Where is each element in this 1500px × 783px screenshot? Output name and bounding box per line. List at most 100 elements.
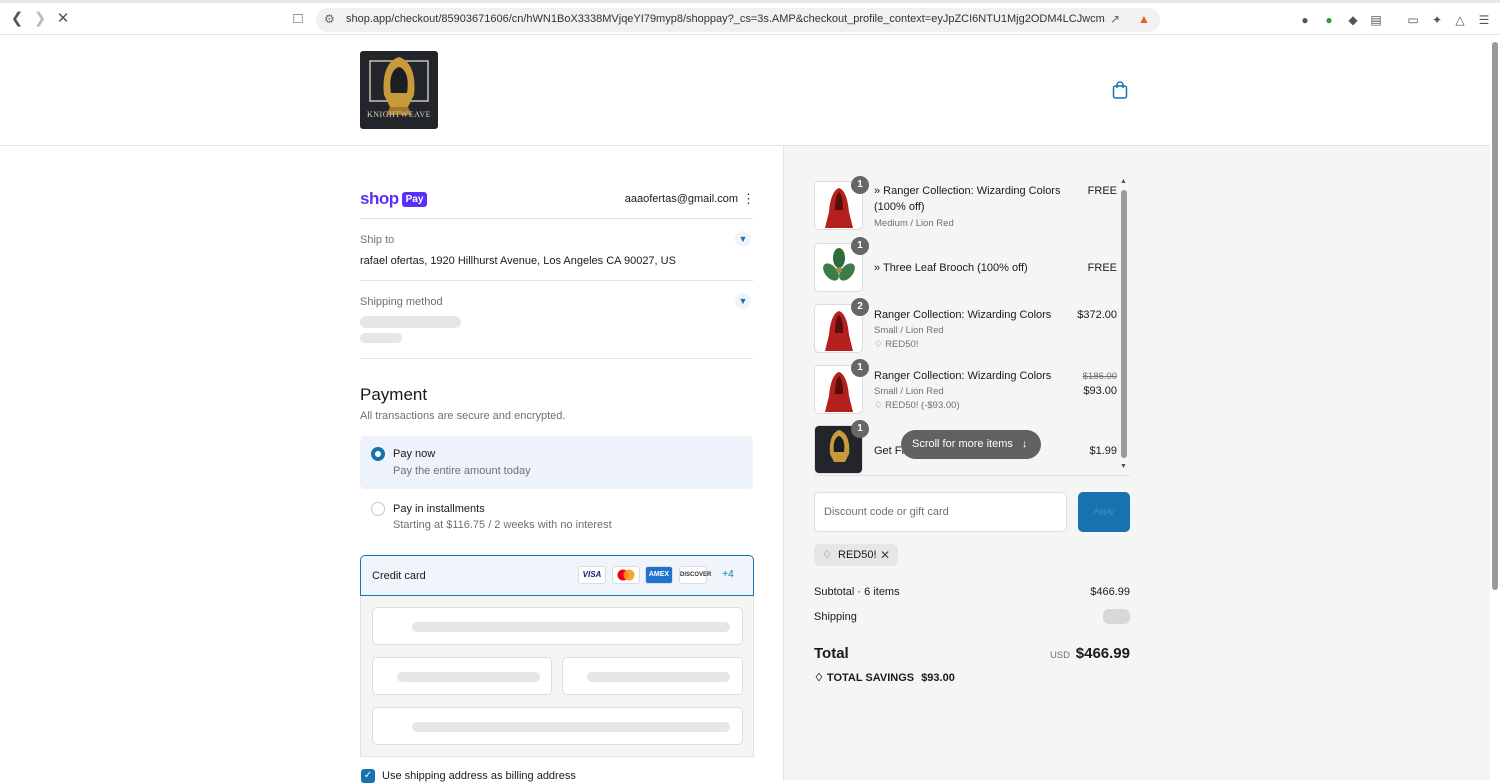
item-price: FREE: [1087, 262, 1117, 274]
divider: [360, 280, 753, 281]
card-number-field[interactable]: [372, 607, 743, 645]
pay-now-radio[interactable]: [371, 447, 385, 461]
item-quantity-badge: 1: [851, 359, 869, 377]
shipping-method-chevron-down-icon[interactable]: ▼: [735, 293, 751, 309]
back-icon[interactable]: ❮: [8, 10, 26, 28]
visa-icon: VISA: [578, 566, 606, 584]
leo-ai-icon[interactable]: ✦: [1430, 13, 1444, 27]
loading-skeleton: [397, 672, 540, 682]
item-name: » Three Leaf Brooch (100% off): [874, 262, 1028, 274]
store-logo[interactable]: KNIGHTWEAVE: [360, 51, 438, 129]
pay-now-title: Pay now: [393, 448, 436, 460]
credit-card-form: [360, 596, 754, 757]
item-discount-code: RED50!: [885, 339, 919, 350]
amex-icon: AMEX: [645, 566, 673, 584]
billing-same-checkbox[interactable]: ✓: [361, 769, 375, 783]
remove-discount-icon[interactable]: ✕: [880, 544, 890, 566]
pay-installments-subtitle: Starting at $116.75 / 2 weeks with no in…: [393, 519, 612, 531]
shop-pay-word: shop: [360, 189, 399, 208]
tag-icon: ♢: [874, 400, 886, 411]
browser-toolbar: ❮ ❯ ✕ □ ⚙ shop.app/checkout/85903671606/…: [0, 0, 1500, 35]
item-variant: Small / Lion Red: [874, 325, 944, 336]
tag-icon: ♢: [874, 339, 886, 350]
billing-same-label: Use shipping address as billing address: [382, 770, 576, 782]
name-on-card-field[interactable]: [372, 707, 743, 745]
forward-icon[interactable]: ❯: [31, 10, 49, 28]
expiry-field[interactable]: [372, 657, 552, 695]
applied-discount-code: RED50!: [838, 549, 877, 561]
item-discount: ♢ RED50! (-$93.00): [874, 400, 960, 411]
pay-now-option[interactable]: Pay now Pay the entire amount today: [360, 436, 753, 489]
shipping-loading-skeleton: [1103, 609, 1130, 624]
pay-installments-title: Pay in installments: [393, 503, 485, 515]
loading-skeleton: [412, 622, 730, 632]
vpn-shield-icon[interactable]: △: [1453, 13, 1467, 27]
shop-pay-logo: shop Pay: [360, 189, 428, 208]
discount-code-input[interactable]: Discount code or gift card: [814, 492, 1067, 532]
ship-to-chevron-down-icon[interactable]: ▼: [735, 231, 751, 247]
item-original-price: $186.00: [1082, 371, 1117, 382]
arrow-down-icon: ↓: [1021, 438, 1028, 450]
extension-icon[interactable]: ●: [1298, 13, 1312, 27]
security-code-field[interactable]: [562, 657, 743, 695]
scroll-down-icon[interactable]: ▼: [1120, 463, 1127, 470]
shop-pay-badge: Pay: [401, 191, 428, 207]
apply-discount-button[interactable]: Apply: [1078, 492, 1130, 532]
cart-bag-icon[interactable]: [1112, 81, 1128, 99]
item-discount-code: RED50! (-$93.00): [885, 400, 960, 411]
mastercard-icon: [612, 566, 640, 584]
divider: [814, 475, 1130, 476]
item-quantity-badge: 2: [851, 298, 869, 316]
item-name: Ranger Collection: Wizarding Colors: [874, 370, 1052, 382]
share-icon[interactable]: ↗: [1110, 12, 1120, 26]
item-name: Ranger Collection: Wizarding Colors: [874, 309, 1052, 321]
scroll-for-more-button[interactable]: Scroll for more items ↓: [901, 430, 1041, 459]
shipping-method-label: Shipping method: [360, 296, 443, 308]
subtotal-value: $466.99: [1090, 586, 1130, 598]
payment-subtitle: All transactions are secure and encrypte…: [360, 410, 566, 422]
stop-loading-icon[interactable]: ✕: [54, 10, 72, 28]
total-savings-label: TOTAL SAVINGS: [826, 672, 915, 684]
item-price: $1.99: [1089, 445, 1117, 457]
ship-to-address: rafael ofertas, 1920 Hillhurst Avenue, L…: [360, 255, 676, 267]
item-discount: ♢ RED50!: [874, 339, 918, 350]
site-settings-icon[interactable]: ⚙: [324, 12, 335, 26]
item-price: FREE: [1087, 185, 1117, 197]
item-name-line2: (100% off): [874, 201, 925, 213]
menu-icon[interactable]: ☰: [1477, 13, 1491, 27]
wallet-icon[interactable]: ▭: [1406, 13, 1420, 27]
credit-card-label: Credit card: [372, 570, 426, 582]
store-header: KNIGHTWEAVE: [0, 35, 1490, 146]
divider: [360, 358, 753, 359]
page-scrollbar[interactable]: [1492, 42, 1498, 590]
puzzle-icon[interactable]: ◆: [1346, 13, 1360, 27]
item-variant: Small / Lion Red: [874, 386, 944, 397]
total-savings-value: $93.00: [921, 672, 955, 684]
ship-to-label: Ship to: [360, 234, 395, 246]
item-price: $93.00: [1083, 385, 1117, 397]
shipping-label: Shipping: [814, 611, 857, 623]
scroll-up-icon[interactable]: ▲: [1120, 178, 1127, 185]
payment-heading: Payment: [360, 385, 428, 404]
subtotal-label: Subtotal · 6 items: [814, 586, 900, 598]
pay-installments-radio[interactable]: [371, 502, 385, 516]
scroll-for-more-label: Scroll for more items: [912, 438, 1013, 450]
reader-icon[interactable]: ▤: [1369, 13, 1383, 27]
url-text: shop.app/checkout/85903671606/cn/hWN1BoX…: [346, 13, 1106, 25]
account-menu-icon[interactable]: ⋮: [742, 191, 755, 207]
loading-skeleton: [360, 316, 461, 328]
item-price: $372.00: [1077, 309, 1117, 321]
address-bar[interactable]: ⚙ shop.app/checkout/85903671606/cn/hWN1B…: [316, 8, 1160, 32]
total-label: Total: [814, 645, 849, 662]
brave-shield-icon[interactable]: ▲: [1138, 12, 1150, 26]
total-value: $466.99: [1075, 645, 1130, 662]
divider: [360, 218, 753, 219]
bookmark-icon[interactable]: □: [289, 10, 307, 28]
extension-green-icon[interactable]: ●: [1322, 13, 1336, 27]
column-divider: [783, 146, 784, 780]
store-logo-text: KNIGHTWEAVE: [366, 110, 431, 119]
applied-discount-tag: ♢ RED50! ✕: [814, 544, 898, 566]
items-scroll-thumb[interactable]: [1121, 190, 1127, 458]
order-summary-panel: [784, 146, 1490, 780]
total-savings: ♢ TOTAL SAVINGS $93.00: [814, 671, 955, 684]
